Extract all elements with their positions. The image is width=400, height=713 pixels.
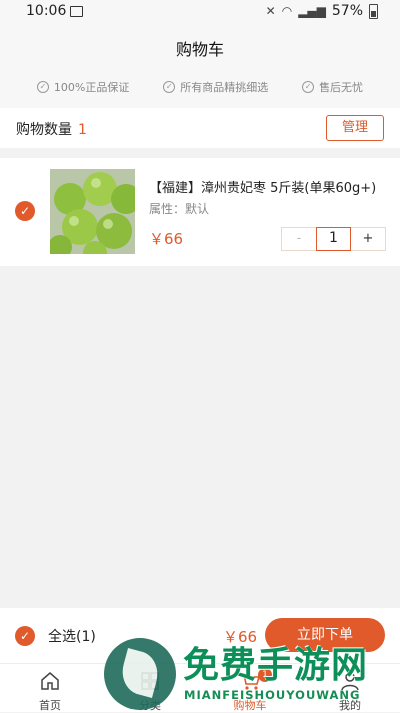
battery-icon bbox=[369, 3, 378, 19]
tab-cart[interactable]: 1 购物车 bbox=[200, 664, 300, 712]
wifi-icon: ◠ bbox=[281, 4, 293, 18]
guarantee-item: ✓ 所有商品精挑细选 bbox=[163, 79, 268, 95]
check-circle-icon: ✓ bbox=[163, 81, 176, 93]
category-icon bbox=[141, 672, 159, 690]
increase-button[interactable]: + bbox=[351, 228, 385, 250]
gallery-notification-icon bbox=[70, 6, 83, 17]
cart-badge: 1 bbox=[258, 668, 272, 682]
tab-profile[interactable]: 我的 bbox=[300, 664, 400, 712]
page-header: 购物车 ✓ 100%正品保证 ✓ 所有商品精挑细选 ✓ 售后无忧 bbox=[0, 24, 400, 108]
guarantee-row: ✓ 100%正品保证 ✓ 所有商品精挑细选 ✓ 售后无忧 bbox=[0, 79, 400, 95]
cart-count-label: 购物数量 1 bbox=[16, 119, 87, 139]
checkout-bar: ✓ 全选(1) ￥66 立即下单 bbox=[0, 608, 400, 663]
select-all-checkbox[interactable]: ✓ bbox=[15, 626, 35, 646]
status-time: 10:06 bbox=[26, 3, 67, 19]
home-icon bbox=[41, 672, 59, 690]
quantity-input[interactable]: 1 bbox=[316, 227, 351, 251]
tab-category[interactable]: 分类 bbox=[100, 664, 200, 712]
mute-icon: ✕ bbox=[265, 4, 276, 18]
product-image[interactable] bbox=[50, 169, 135, 254]
battery-percent: 57% bbox=[331, 3, 363, 19]
guarantee-label: 所有商品精挑细选 bbox=[180, 81, 269, 94]
guarantee-label: 售后无忧 bbox=[319, 81, 364, 94]
page-title: 购物车 bbox=[175, 40, 224, 59]
select-all-label[interactable]: 全选(1) bbox=[48, 626, 96, 646]
tab-bar: 首页 分类 1 购物车 我的 bbox=[0, 663, 400, 712]
tab-home[interactable]: 首页 bbox=[0, 664, 100, 712]
cart-item: ✓ 【福建】漳州贵妃枣 5斤装(单果60g+) 属性：默认 ￥66 - 1 + bbox=[0, 158, 400, 266]
user-icon bbox=[341, 672, 359, 691]
place-order-button[interactable]: 立即下单 bbox=[265, 618, 385, 652]
decrease-button[interactable]: - bbox=[282, 228, 316, 250]
check-circle-icon: ✓ bbox=[302, 81, 315, 93]
cart-count-text: 购物数量 bbox=[16, 122, 72, 138]
guarantee-item: ✓ 100%正品保证 bbox=[36, 79, 130, 95]
status-bar: 10:06 ✕ ◠ ▂▄▆ 57% bbox=[0, 0, 400, 24]
product-price: ￥66 bbox=[149, 230, 184, 248]
cart-count-value: 1 bbox=[78, 122, 87, 138]
product-name[interactable]: 【福建】漳州贵妃枣 5斤装(单果60g+) bbox=[149, 177, 389, 196]
signal-icon: ▂▄▆ bbox=[298, 4, 326, 18]
jujube-image bbox=[50, 169, 135, 254]
status-icons: ✕ ◠ ▂▄▆ 57% bbox=[266, 3, 378, 19]
cart-count-bar: 购物数量 1 管理 bbox=[0, 108, 400, 148]
guarantee-label: 100%正品保证 bbox=[53, 81, 130, 94]
quantity-stepper: - 1 + bbox=[281, 227, 386, 251]
product-attribute: 属性：默认 bbox=[149, 202, 210, 216]
manage-button[interactable]: 管理 bbox=[326, 115, 384, 141]
guarantee-item: ✓ 售后无忧 bbox=[302, 79, 363, 95]
check-circle-icon: ✓ bbox=[36, 81, 49, 93]
total-price: ￥66 bbox=[223, 628, 258, 646]
item-select-checkbox[interactable]: ✓ bbox=[15, 201, 35, 221]
